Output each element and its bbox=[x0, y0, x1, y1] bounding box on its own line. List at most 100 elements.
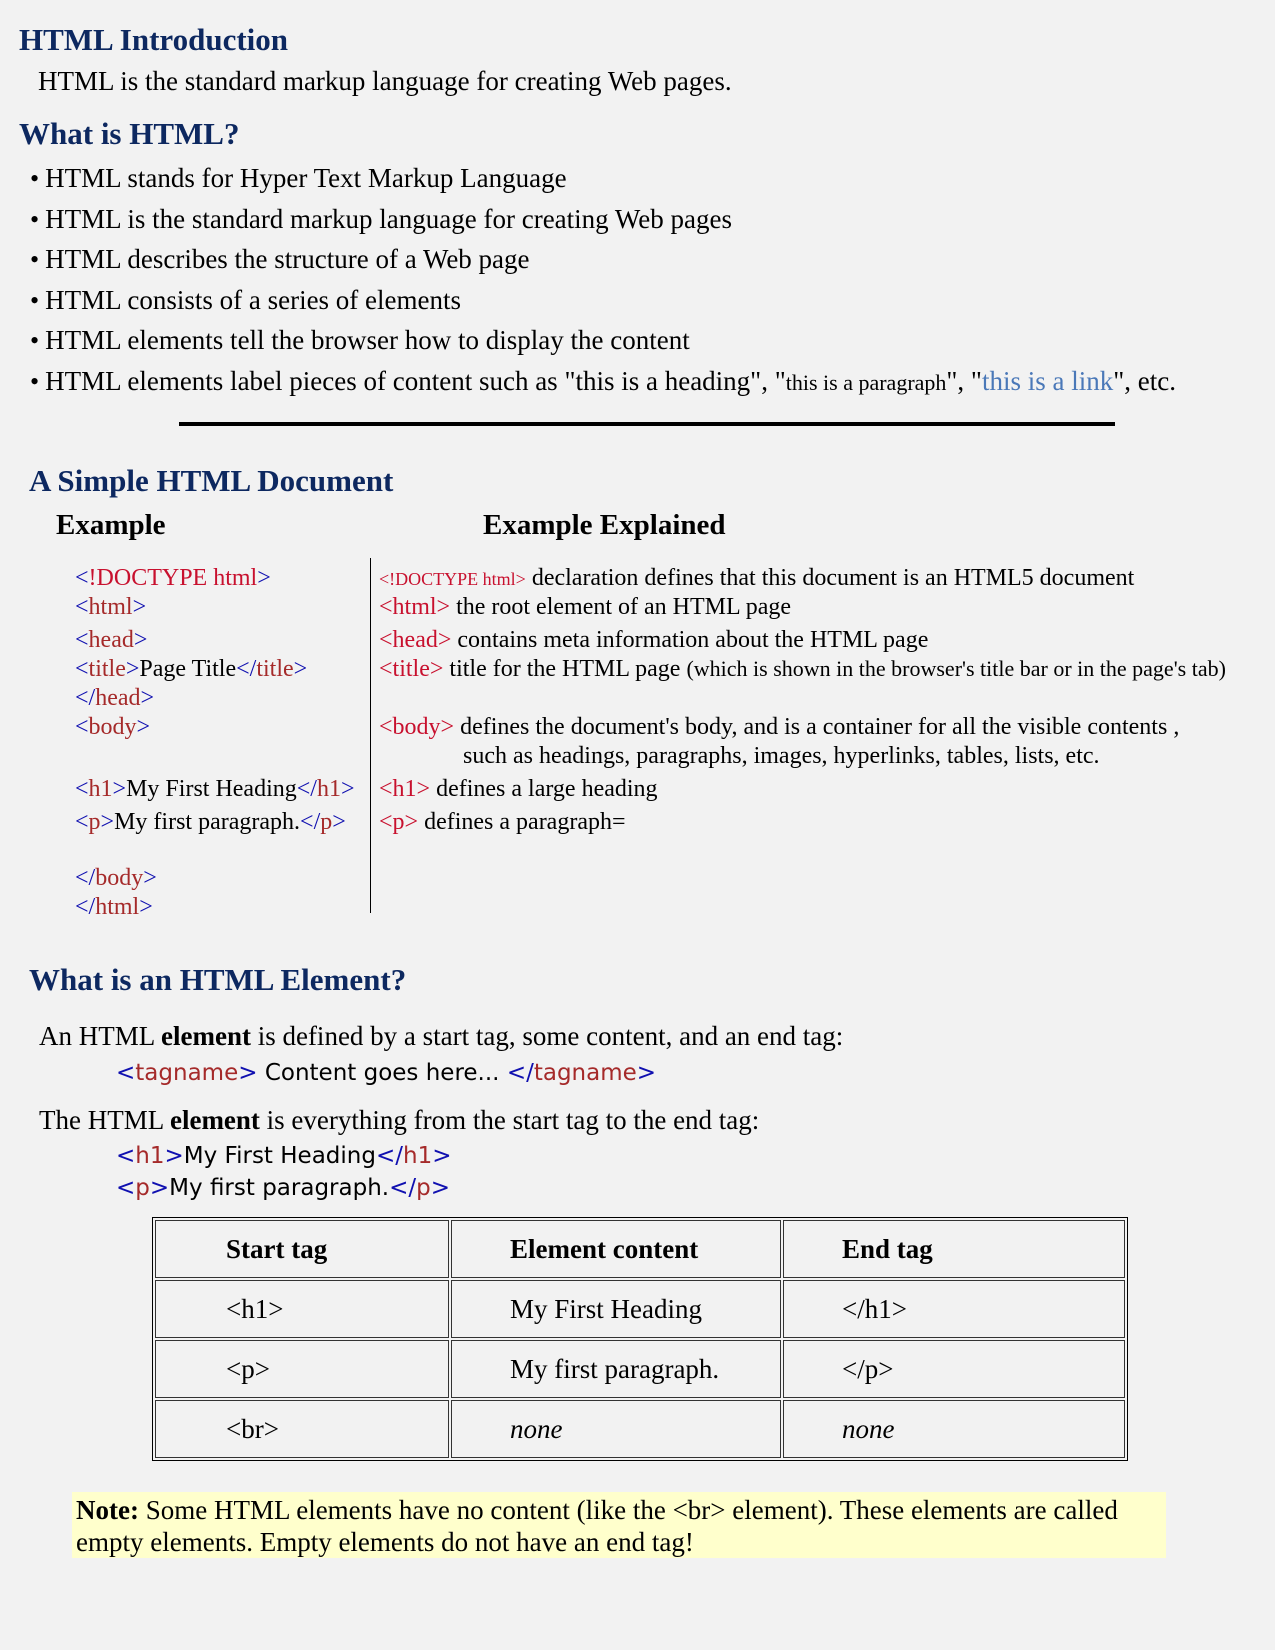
table-cell: <p> bbox=[155, 1340, 449, 1398]
code-line: <!DOCTYPE html> bbox=[75, 564, 271, 592]
text-segment: > bbox=[133, 627, 148, 653]
text-segment: My first paragraph. bbox=[169, 1175, 390, 1201]
text-segment: defines a paragraph= bbox=[418, 809, 626, 835]
table-cell: </h1> bbox=[783, 1280, 1125, 1338]
text-segment: My First Heading bbox=[126, 776, 297, 802]
text-segment: < bbox=[116, 1175, 136, 1201]
text-segment: > bbox=[100, 809, 115, 835]
text-segment: element bbox=[161, 1021, 251, 1051]
text-segment: !DOCTYPE html bbox=[88, 565, 258, 591]
note-label: Note: bbox=[76, 1495, 139, 1525]
text-segment: element bbox=[169, 1105, 260, 1135]
text-segment: The HTML bbox=[39, 1105, 170, 1135]
explanation-line: <p> defines a paragraph= bbox=[379, 808, 626, 836]
bullet-icon: • bbox=[30, 286, 40, 315]
text-segment: <h1> bbox=[379, 776, 431, 802]
text-segment: such as headings, paragraphs, images, hy… bbox=[463, 743, 1100, 769]
text-segment: body bbox=[88, 714, 137, 740]
code-line: </body> bbox=[75, 864, 157, 892]
text-segment: declaration defines that this document i… bbox=[525, 565, 1135, 591]
text-segment: defines a large heading bbox=[430, 776, 658, 802]
explanation-line: <!DOCTYPE html> declaration defines that… bbox=[379, 564, 1134, 593]
explanation-line: such as headings, paragraphs, images, hy… bbox=[463, 742, 1100, 770]
text-segment: My First Heading bbox=[183, 1143, 376, 1169]
table-row: <p> My first paragraph. </p> bbox=[155, 1340, 1125, 1398]
text-segment: </ bbox=[375, 1143, 403, 1169]
explanation-line: <html> the root element of an HTML page bbox=[379, 593, 791, 621]
table-header-row: Start tag Element content End tag bbox=[155, 1220, 1125, 1278]
note-text: Some HTML elements have no content (like… bbox=[76, 1495, 1118, 1557]
text-segment: html bbox=[88, 594, 133, 620]
column-header: Element content bbox=[451, 1220, 781, 1278]
text-segment: > bbox=[432, 1143, 452, 1169]
page-title: HTML Introduction bbox=[19, 22, 289, 57]
intro-text: HTML is the standard markup language for… bbox=[38, 66, 732, 96]
bullet-icon: • bbox=[30, 245, 40, 274]
table-row: <h1> My First Heading </h1> bbox=[155, 1280, 1125, 1338]
code-line: <head> bbox=[75, 626, 147, 654]
text-segment: the root element of an HTML page bbox=[450, 594, 792, 620]
section-heading-simple-document: A Simple HTML Document bbox=[29, 463, 394, 498]
text-segment: < bbox=[75, 656, 89, 682]
text-segment: tagname bbox=[533, 1060, 637, 1086]
table-row: <br> none none bbox=[155, 1400, 1125, 1458]
divider bbox=[179, 422, 1115, 426]
table-cell: My first paragraph. bbox=[451, 1340, 781, 1398]
example-label: Example bbox=[56, 509, 166, 541]
text-segment: body bbox=[95, 865, 144, 891]
text-segment: > bbox=[293, 656, 308, 682]
text-segment: > bbox=[164, 1143, 184, 1169]
text-segment: is everything from the start tag to the … bbox=[259, 1105, 760, 1135]
text-segment: My first paragraph. bbox=[114, 809, 301, 835]
text-segment: p bbox=[135, 1175, 150, 1201]
list-item: • HTML consists of a series of elements bbox=[30, 284, 461, 317]
text-segment: <title> bbox=[379, 656, 444, 682]
element-example-p: <p>My first paragraph.</p> bbox=[116, 1174, 450, 1202]
explanation-line: <body> defines the document's body, and … bbox=[379, 713, 1179, 741]
text-segment: > bbox=[125, 656, 140, 682]
element-definition-text: An HTML element is defined by a start ta… bbox=[39, 1020, 843, 1052]
text-segment: ", " bbox=[946, 366, 982, 396]
text-segment: <p> bbox=[379, 809, 419, 835]
text-segment: > bbox=[257, 565, 271, 591]
code-line: </head> bbox=[75, 684, 154, 712]
text-segment: p bbox=[416, 1175, 431, 1201]
text-segment: </ bbox=[75, 894, 96, 920]
text-segment: <head> bbox=[379, 627, 452, 653]
text-segment: > bbox=[112, 776, 127, 802]
text-segment: HTML consists of a series of elements bbox=[45, 285, 462, 315]
text-segment: </ bbox=[236, 656, 257, 682]
example-explained-label: Example Explained bbox=[483, 509, 726, 541]
text-segment: < bbox=[75, 776, 89, 802]
text-segment: > bbox=[140, 685, 155, 711]
text-segment: HTML elements label pieces of content su… bbox=[45, 366, 786, 396]
text-segment: > bbox=[332, 809, 346, 835]
list-item: • HTML stands for Hyper Text Markup Langu… bbox=[30, 162, 567, 195]
text-segment: h1 bbox=[316, 776, 341, 802]
text-segment: html bbox=[95, 894, 140, 920]
text-segment: <!DOCTYPE html> bbox=[379, 569, 526, 589]
list-item: • HTML elements label pieces of content s… bbox=[30, 365, 1176, 399]
text-segment: < bbox=[75, 627, 89, 653]
text-segment: < bbox=[75, 565, 89, 591]
text-segment: h1 bbox=[135, 1143, 165, 1169]
text-segment[interactable]: this is a link bbox=[982, 366, 1113, 396]
column-header: End tag bbox=[783, 1220, 1125, 1278]
code-line: </html> bbox=[75, 893, 153, 921]
text-segment: tagname bbox=[135, 1060, 239, 1086]
bullet-icon: • bbox=[30, 326, 40, 355]
explanation-line: <head> contains meta information about t… bbox=[379, 626, 928, 654]
text-segment: defines the document's body, and is a co… bbox=[454, 714, 1180, 740]
code-line: <p>My first paragraph.</p> bbox=[75, 808, 346, 836]
element-scope-text: The HTML element is everything from the … bbox=[39, 1104, 759, 1136]
text-segment: head bbox=[88, 627, 134, 653]
table-cell: <br> bbox=[155, 1400, 449, 1458]
text-segment: p bbox=[320, 809, 333, 835]
text-segment: > bbox=[636, 1060, 657, 1086]
section-heading-what-is-html: What is HTML? bbox=[19, 116, 240, 151]
text-segment: HTML elements tell the browser how to di… bbox=[45, 325, 690, 355]
text-segment: > bbox=[430, 1175, 450, 1201]
text-segment: </ bbox=[300, 809, 321, 835]
text-segment: title for the HTML page bbox=[443, 656, 687, 682]
text-segment: > bbox=[136, 714, 151, 740]
